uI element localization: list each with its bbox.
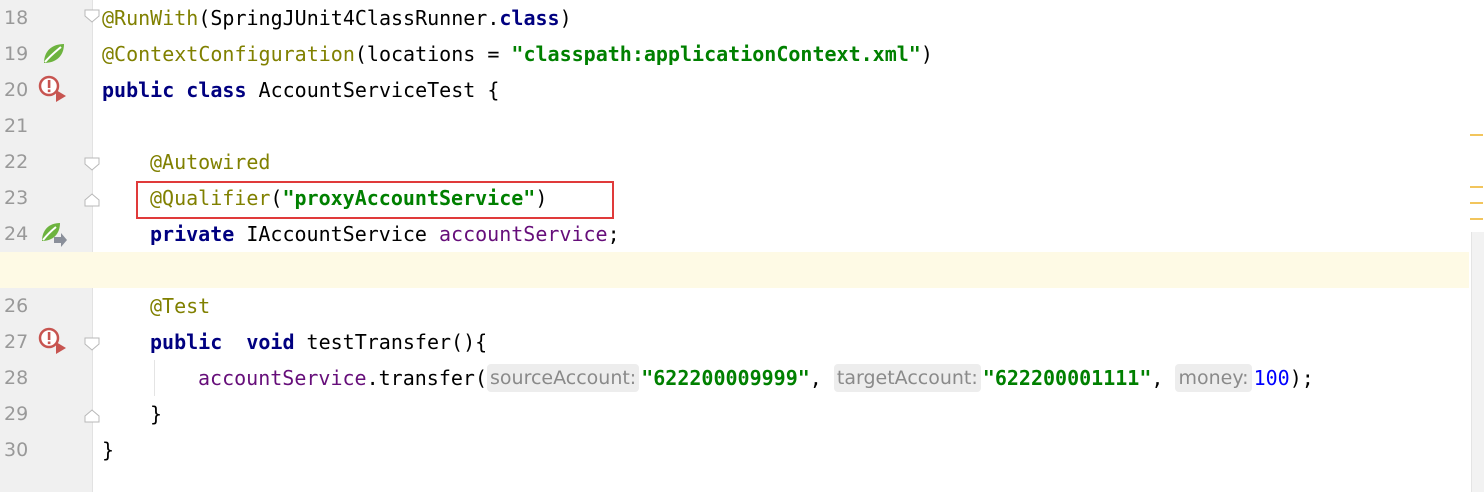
field-name: accountService [439,222,608,246]
code-line-18: @RunWith(SpringJUnit4ClassRunner.class) [93,0,1469,36]
warning-marker[interactable] [1470,134,1483,136]
annotation: @ContextConfiguration [102,42,355,66]
keyword: public [102,78,175,102]
closing-brace: } [150,402,163,426]
line-number: 28 [4,367,29,389]
code-text: , [809,366,834,390]
parameter-hint: targetAccount: [833,364,981,392]
annotation: @Test [150,294,211,318]
indent-guide [154,360,155,396]
code-area[interactable]: @RunWith(SpringJUnit4ClassRunner.class) … [0,0,1484,492]
code-line-29: } [93,396,1469,432]
line-number: 29 [4,403,29,425]
code-text: (SpringJUnit4ClassRunner. [198,6,500,30]
line-number: 23 [4,187,29,209]
code-editor[interactable]: 18 19 20 21 22 23 24 25 26 27 28 29 30 [0,0,1484,492]
code-line-24: private IAccountService accountService; [93,216,1469,252]
run-test-method-icon[interactable] [38,327,68,357]
keyword: void [246,330,295,354]
field-name: accountService [198,366,367,390]
line-number: 24 [4,223,29,245]
code-line-22: @Autowired [93,144,1469,180]
code-line-30: } [93,432,1469,468]
code-text: ) [559,6,572,30]
annotation-highlight-box [136,181,614,219]
code-text: ) [920,42,933,66]
keyword: class [499,6,560,30]
editor-gutter: 18 19 20 21 22 23 24 25 26 27 28 29 30 [0,0,100,492]
parameter-hint: money: [1175,364,1252,392]
current-line-highlight [0,252,1484,288]
number-literal: 100 [1253,366,1290,390]
annotation: @Autowired [150,150,271,174]
parameter-hint: sourceAccount: [487,364,640,392]
keyword: public [150,330,223,354]
line-number: 18 [4,7,29,29]
keyword: private [150,222,235,246]
warning-marker[interactable] [1470,186,1483,188]
code-text: ); [1289,366,1314,390]
code-text: AccountServiceTest { [246,78,500,102]
line-number: 20 [4,79,29,101]
annotation: @RunWith [102,6,199,30]
string-literal: "622200001111" [982,366,1152,390]
code-text: IAccountService [234,222,439,246]
closing-brace: } [102,438,115,462]
line-number: 21 [4,115,29,137]
spring-bean-icon[interactable] [38,39,68,69]
warning-marker[interactable] [1470,218,1483,220]
code-text: testTransfer(){ [294,330,488,354]
code-line-27: public void testTransfer(){ [93,324,1469,360]
run-test-class-icon[interactable] [38,75,68,105]
keyword: class [186,78,247,102]
code-text: .transfer( [366,366,487,390]
code-line-19: @ContextConfiguration(locations = "class… [93,36,1469,72]
line-number: 30 [4,439,29,461]
line-number: 26 [4,295,29,317]
navigate-autowired-icon[interactable] [38,219,68,249]
scrollbar-thumb[interactable] [1471,232,1484,492]
code-line-20: public class AccountServiceTest { [93,72,1469,108]
code-text: (locations = [354,42,512,66]
line-number: 27 [4,331,29,353]
code-text: , [1151,366,1176,390]
line-number: 19 [4,43,29,65]
code-text: ; [607,222,620,246]
warning-marker[interactable] [1470,202,1483,204]
code-line-26: @Test [93,288,1469,324]
string-literal: "classpath:applicationContext.xml" [511,42,921,66]
editor-scrollbar[interactable] [1469,0,1484,492]
code-line-28: accountService.transfer(sourceAccount: "6… [93,360,1469,396]
string-literal: "622200009999" [641,366,810,390]
line-number: 22 [4,151,29,173]
